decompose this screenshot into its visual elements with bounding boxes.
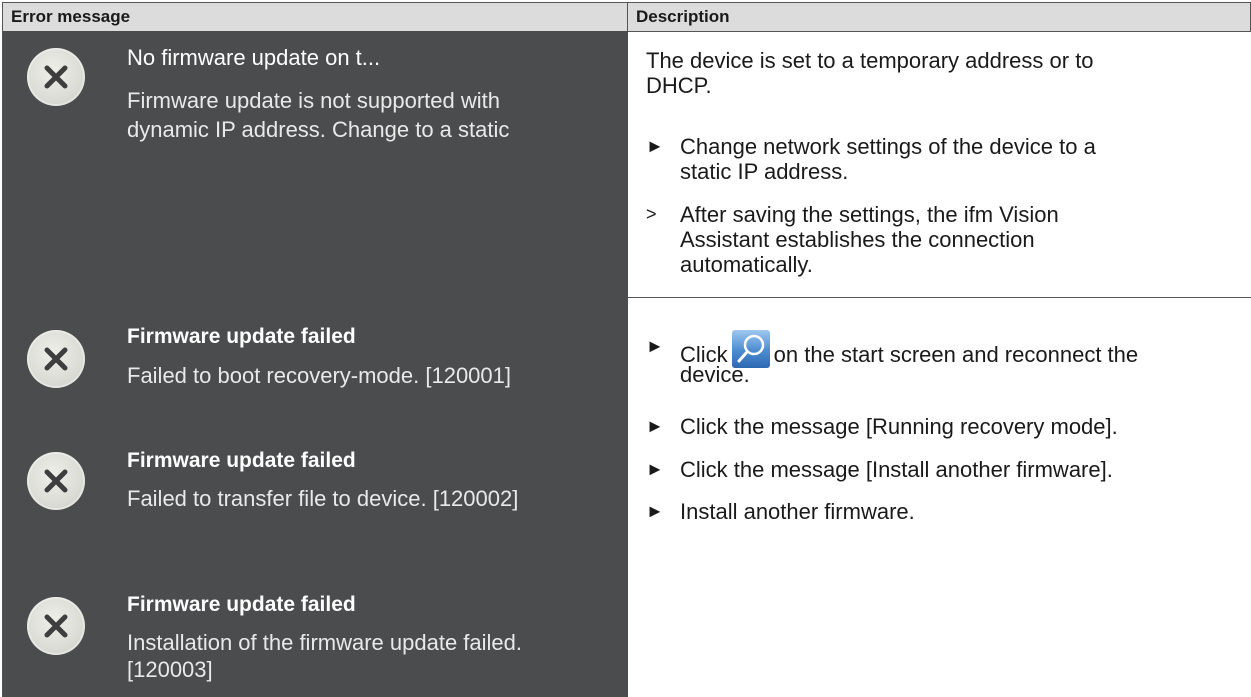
- step-text: Click the message [Install another firmw…: [680, 457, 1113, 482]
- step-text: static IP address.: [680, 159, 849, 184]
- error-title: Firmware update failed: [127, 593, 356, 616]
- error-title: Firmware update failed: [127, 449, 356, 472]
- result-text: After saving the settings, the ifm Visio…: [680, 202, 1059, 227]
- result-marker: >: [646, 204, 657, 224]
- step-text: on the start screen and reconnect the: [773, 342, 1139, 367]
- bullet-arrow: ►: [646, 416, 664, 436]
- error-title: No firmware update on t...: [127, 45, 381, 70]
- error-body-line: dynamic IP address. Change to a static: [127, 117, 510, 142]
- step-text: Install another firmware.: [680, 499, 915, 524]
- header-description: Description: [627, 2, 1251, 32]
- bullet-arrow: ►: [646, 336, 664, 356]
- step-text: Change network settings of the device to…: [680, 134, 1096, 159]
- error-x-icon: [27, 48, 85, 106]
- bullet-arrow: ►: [646, 501, 664, 521]
- error-table: Error message Description No firmware up…: [0, 0, 1251, 697]
- error-x-icon: [27, 597, 85, 655]
- bullet-arrow: ►: [646, 459, 664, 479]
- result-text: automatically.: [680, 252, 813, 277]
- description-paragraph: The device is set to a temporary address…: [646, 48, 1094, 73]
- step-text: device.: [680, 362, 750, 387]
- error-body-line: Failed to boot recovery-mode. [120001]: [127, 363, 512, 388]
- description-paragraph: DHCP.: [646, 73, 712, 98]
- error-title: Firmware update failed: [127, 325, 356, 348]
- result-text: Assistant establishes the connection: [680, 227, 1035, 252]
- error-x-icon: [27, 330, 85, 388]
- bullet-arrow: ►: [646, 136, 664, 156]
- error-body-line: [120003]: [127, 657, 213, 682]
- error-x-icon: [27, 452, 85, 510]
- error-body-line: Firmware update is not supported with: [127, 88, 500, 113]
- error-body-line: Installation of the firmware update fail…: [127, 630, 523, 655]
- error-message-panel: No firmware update on t... Firmware upda…: [2, 31, 628, 697]
- row-divider: [628, 297, 1251, 298]
- header-error-message: Error message: [2, 2, 628, 32]
- error-body-line: Failed to transfer file to device. [1200…: [127, 486, 519, 511]
- step-text: Click the message [Running recovery mode…: [680, 414, 1118, 439]
